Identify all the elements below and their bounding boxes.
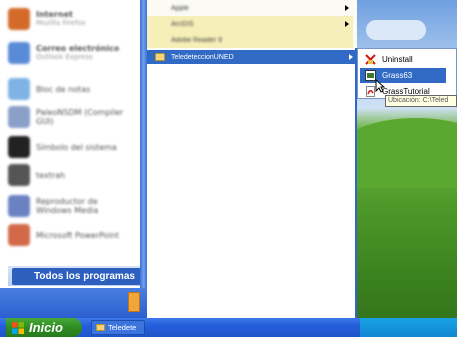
recent-item-powerpoint[interactable]: Microsoft PowerPoint bbox=[8, 222, 132, 248]
all-programs-label: Todos los programas bbox=[34, 271, 135, 282]
media-player-icon bbox=[8, 195, 30, 217]
menu-item-label: TeledeteccionUNED bbox=[171, 53, 234, 61]
pinned-item-sub: Mozilla Firefox bbox=[36, 19, 86, 27]
recent-item-textrah[interactable]: textrah bbox=[8, 162, 132, 188]
submenu-arrow-icon bbox=[345, 5, 349, 11]
recent-item-label: textrah bbox=[36, 170, 66, 180]
recent-item-notepad[interactable]: Bloc de notas bbox=[8, 76, 132, 102]
mouse-cursor-icon bbox=[375, 79, 385, 93]
pinned-item-label: Internet bbox=[36, 10, 73, 19]
pinned-item-internet[interactable]: Internet Mozilla Firefox bbox=[8, 6, 132, 32]
submenu-item-label: Grass63 bbox=[382, 71, 413, 80]
submenu-item-label: Uninstall bbox=[382, 55, 413, 64]
recent-item-label: Símbolo del sistema bbox=[36, 142, 117, 152]
powerpoint-icon bbox=[8, 224, 30, 246]
menu-item-teledeteccion[interactable]: TeledeteccionUNED bbox=[147, 50, 357, 64]
start-label: Inicio bbox=[29, 320, 63, 335]
pinned-item-label: Correo electrónico bbox=[36, 44, 120, 53]
uninstall-icon bbox=[365, 54, 376, 65]
menu-item-arcgis[interactable]: ArcGIS bbox=[147, 16, 353, 32]
app-icon bbox=[8, 164, 30, 186]
taskbar-window-button[interactable]: Teledete bbox=[91, 320, 145, 335]
teledeteccion-submenu: Uninstall Grass63 GrassTutorial bbox=[357, 48, 457, 99]
programs-menu: Apple ArcGIS Adobe Reader 9 Teledeteccio… bbox=[147, 0, 357, 337]
recent-item-label: Bloc de notas bbox=[36, 84, 91, 94]
submenu-arrow-icon bbox=[345, 21, 349, 27]
location-tooltip: Ubicación: C:\Teled bbox=[385, 95, 457, 107]
pinned-item-sub: Outlook Express bbox=[36, 53, 93, 61]
submenu-item-grass63[interactable]: Grass63 bbox=[360, 68, 446, 83]
all-programs-button[interactable]: Todos los programas bbox=[12, 268, 153, 285]
folder-icon bbox=[155, 53, 165, 61]
system-tray bbox=[360, 318, 457, 337]
firefox-icon bbox=[8, 8, 30, 30]
windows-logo-icon bbox=[12, 321, 24, 334]
start-menu-left-column: Internet Mozilla Firefox Correo electróni… bbox=[0, 0, 140, 288]
menu-divider bbox=[140, 0, 147, 288]
taskbar-window-label: Teledete bbox=[108, 323, 137, 332]
menu-item-apple[interactable]: Apple bbox=[147, 0, 353, 16]
folder-icon bbox=[96, 324, 105, 331]
recent-item-media-player[interactable]: Reproductor de Windows Media bbox=[8, 193, 132, 219]
start-button[interactable]: Inicio bbox=[6, 318, 82, 337]
menu-item-label: Apple bbox=[171, 4, 189, 12]
log-off-icon[interactable] bbox=[128, 292, 140, 312]
submenu-item-uninstall[interactable]: Uninstall bbox=[360, 52, 446, 67]
recent-item-label: PaleoNSDM (Compiler GUI) bbox=[36, 108, 124, 126]
console-icon bbox=[8, 136, 30, 158]
pinned-item-email[interactable]: Correo electrónico Outlook Express bbox=[8, 40, 132, 66]
recent-item-label: Reproductor de Windows Media bbox=[36, 197, 99, 215]
app-icon bbox=[8, 106, 30, 128]
notepad-icon bbox=[8, 78, 30, 100]
start-menu-footer bbox=[0, 288, 147, 318]
recent-item-compiler[interactable]: PaleoNSDM (Compiler GUI) bbox=[8, 104, 132, 130]
submenu-arrow-icon bbox=[349, 54, 353, 60]
menu-item-label: Adobe Reader 9 bbox=[171, 36, 222, 44]
mail-icon bbox=[8, 42, 30, 64]
menu-item-label: ArcGIS bbox=[171, 20, 194, 28]
menu-item-adobe-reader[interactable]: Adobe Reader 9 bbox=[147, 32, 353, 48]
recent-item-cmd[interactable]: Símbolo del sistema bbox=[8, 134, 132, 160]
recent-item-label: Microsoft PowerPoint bbox=[36, 230, 119, 240]
